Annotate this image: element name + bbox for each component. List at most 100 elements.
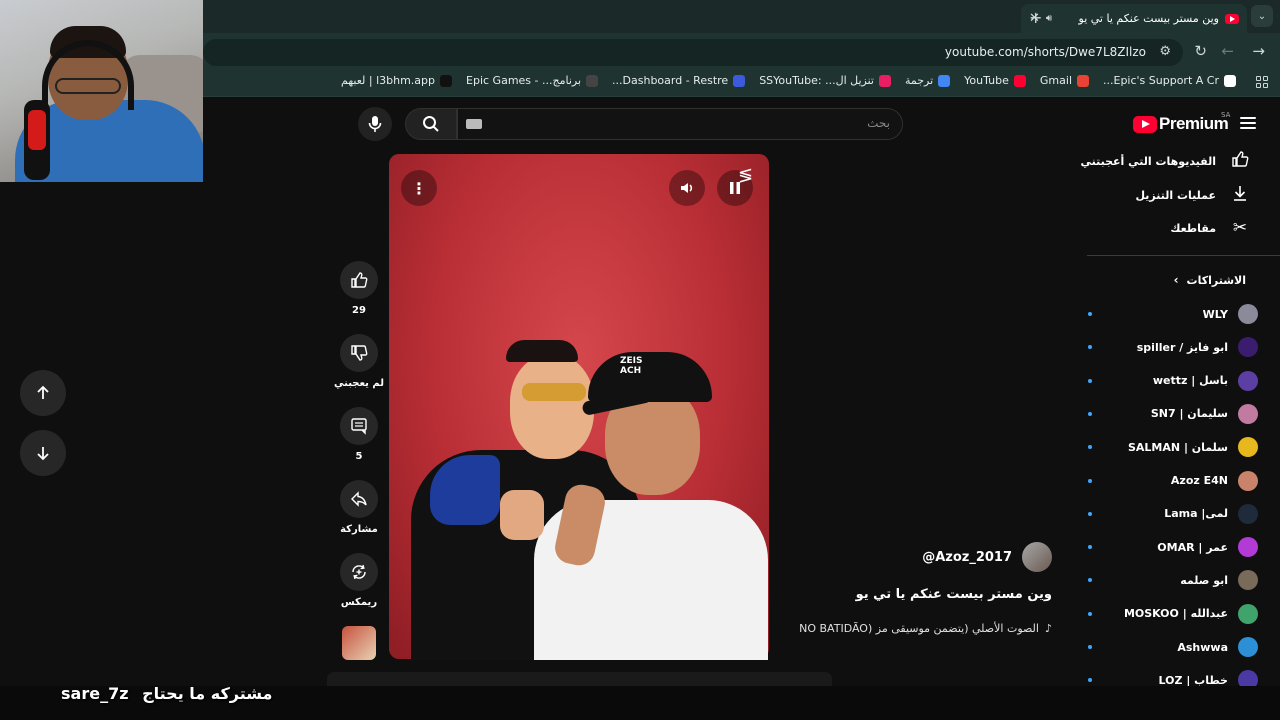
subscriptions-header[interactable]: الاشتراكات › bbox=[1174, 273, 1246, 287]
subscription-item[interactable]: Azoz E4N bbox=[1088, 470, 1258, 491]
menu-icon[interactable] bbox=[1240, 117, 1256, 129]
search-input[interactable] bbox=[457, 108, 903, 140]
music-note-icon: ♪ bbox=[1044, 622, 1052, 635]
bookmark-label: Gmail bbox=[1039, 74, 1072, 87]
more-options-button[interactable]: ⋮ bbox=[401, 170, 437, 206]
avatar bbox=[1238, 370, 1258, 391]
remix-label: ريمكس bbox=[340, 597, 378, 608]
subscription-name: ابو صلمه bbox=[1180, 573, 1228, 587]
sidebar-item-downloads[interactable]: عمليات التنزيل bbox=[1135, 184, 1250, 207]
subscription-item[interactable]: سلمان | SALMAN bbox=[1088, 437, 1258, 458]
back-arrow-icon[interactable]: ← bbox=[1221, 42, 1234, 60]
bookmark-item[interactable]: تنزيل ال... :SSYouTube bbox=[759, 74, 891, 87]
subscription-item[interactable]: عمر | OMAR bbox=[1088, 537, 1258, 558]
stream-chat-message: sare_7z مشتركه ما يحتاج bbox=[61, 684, 272, 703]
audio-playing-icon[interactable]: 🔊︎ bbox=[1046, 13, 1052, 24]
bookmark-label: برنامج... - Epic Games bbox=[466, 74, 582, 87]
subscription-item[interactable]: ابو صلمه bbox=[1088, 570, 1258, 591]
avatar bbox=[1238, 537, 1258, 558]
channel-name[interactable]: @Azoz_2017 bbox=[922, 550, 1012, 565]
sidebar-item-label: مقاطعك bbox=[1170, 221, 1216, 235]
sidebar-item-clips[interactable]: ✂ مقاطعك bbox=[1170, 218, 1250, 238]
video-frame-detail bbox=[510, 355, 594, 459]
site-settings-icon[interactable]: ⚙︎ bbox=[1159, 44, 1171, 59]
sound-text: الصوت الأصلي (يتضمن موسيقى مز (NO BATIDÃ… bbox=[799, 622, 1039, 635]
comments-button[interactable]: 5 bbox=[339, 407, 379, 462]
subscription-item[interactable]: Ashwwa bbox=[1088, 637, 1258, 657]
new-content-dot bbox=[1088, 611, 1092, 616]
active-tab[interactable]: وين مستر بيست عنكم يا تي يو 🔊︎ ✕ bbox=[1021, 4, 1247, 33]
dislike-button[interactable]: لم يعجبني bbox=[334, 334, 384, 389]
like-button[interactable]: 29 bbox=[339, 261, 379, 316]
bookmark-item[interactable]: Dashboard - Restre... bbox=[612, 74, 746, 87]
bookmark-item[interactable]: Epic's Support A Cr... bbox=[1103, 74, 1236, 87]
channel-info[interactable]: @Azoz_2017 bbox=[922, 542, 1052, 572]
new-content-dot bbox=[1088, 312, 1092, 316]
reload-icon[interactable]: ↻ bbox=[1194, 42, 1207, 60]
search-button[interactable] bbox=[405, 108, 457, 140]
youtube-premium-logo[interactable]: Premium bbox=[1133, 114, 1229, 134]
url-text[interactable]: youtube.com/shorts/Dwe7L8ZIlzo bbox=[945, 45, 1146, 59]
share-icon bbox=[340, 480, 378, 518]
subscription-item[interactable]: لمى| Lama bbox=[1088, 503, 1258, 524]
sound-info[interactable]: ♪ الصوت الأصلي (يتضمن موسيقى مز (NO BATI… bbox=[799, 622, 1052, 635]
subscription-name: خطاب | LOZ bbox=[1158, 673, 1228, 687]
avatar bbox=[1238, 304, 1258, 324]
avatar bbox=[1238, 503, 1258, 524]
bookmark-item[interactable]: Gmail bbox=[1040, 74, 1089, 87]
webcam-overlay bbox=[0, 0, 203, 182]
share-button[interactable]: مشاركة bbox=[339, 480, 379, 535]
bookmark-favicon-icon bbox=[586, 74, 599, 87]
bottom-panel-edge bbox=[327, 672, 832, 686]
subscription-name: Azoz E4N bbox=[1170, 474, 1228, 487]
bookmark-favicon-icon bbox=[938, 74, 951, 87]
avatar bbox=[1238, 437, 1258, 458]
bookmark-item[interactable]: برنامج... - Epic Games bbox=[466, 74, 599, 87]
avatar[interactable] bbox=[1022, 542, 1052, 572]
voice-search-button[interactable] bbox=[358, 107, 392, 141]
new-content-dot bbox=[1088, 545, 1092, 550]
cap-text: ZEIS ACH bbox=[620, 356, 643, 376]
next-video-button[interactable] bbox=[20, 430, 66, 476]
bookmark-favicon-icon bbox=[440, 74, 453, 87]
previous-video-button[interactable] bbox=[20, 370, 66, 416]
sidebar-item-liked-videos[interactable]: الفيديوهات التي أعجبتني bbox=[1081, 150, 1251, 173]
subscription-name: عبدالله | MOSKOO bbox=[1123, 607, 1228, 621]
subscription-item[interactable]: WLY bbox=[1088, 304, 1258, 324]
subscription-item[interactable]: باسل | wettz bbox=[1088, 370, 1258, 391]
new-content-dot bbox=[1088, 345, 1092, 350]
video-title[interactable]: وين مستر بيست عنكم يا تي يو bbox=[856, 587, 1052, 602]
share-label: مشاركة bbox=[340, 524, 378, 535]
remix-button[interactable]: ريمكس bbox=[339, 553, 379, 608]
avatar bbox=[1238, 637, 1258, 657]
tab-title: وين مستر بيست عنكم يا تي يو bbox=[1078, 12, 1219, 25]
sound-thumbnail[interactable] bbox=[342, 626, 376, 660]
avatar bbox=[1238, 470, 1258, 491]
bookmark-favicon-icon bbox=[1013, 74, 1026, 87]
apps-grid-icon[interactable] bbox=[1256, 76, 1268, 88]
bookmarks-list: Epic's Support A Cr... Gmail YouTube ترجمة ت… bbox=[341, 74, 1236, 87]
scissors-icon: ✂ bbox=[1232, 218, 1248, 238]
new-tab-button[interactable]: + bbox=[1029, 8, 1042, 27]
bookmark-label: Dashboard - Restre... bbox=[612, 74, 729, 87]
keyboard-icon[interactable] bbox=[466, 119, 482, 129]
sidebar-item-label: عمليات التنزيل bbox=[1135, 189, 1216, 202]
bookmark-item[interactable]: ترجمة bbox=[905, 74, 951, 87]
forward-arrow-icon[interactable]: → bbox=[1252, 42, 1265, 60]
subscription-item[interactable]: عبدالله | MOSKOO bbox=[1088, 603, 1258, 624]
bookmark-label: l3bhm.app | لعبهم bbox=[341, 74, 436, 87]
subscription-name: Ashwwa bbox=[1177, 640, 1228, 654]
bookmark-item[interactable]: YouTube bbox=[964, 74, 1026, 87]
comment-icon bbox=[340, 407, 378, 445]
bookmark-label: تنزيل ال... :SSYouTube bbox=[759, 74, 874, 87]
bookmark-item[interactable]: l3bhm.app | لعبهم bbox=[341, 74, 453, 87]
new-content-dot bbox=[1088, 511, 1092, 516]
sidebar-divider bbox=[1087, 255, 1280, 256]
volume-icon bbox=[681, 183, 693, 193]
subscription-item[interactable]: ابو فايز / spiller bbox=[1088, 337, 1258, 358]
subscription-item[interactable]: سليمان | SN7 bbox=[1088, 403, 1258, 424]
country-code: SA bbox=[1221, 111, 1231, 119]
tab-list-button[interactable]: ⌄ bbox=[1251, 5, 1273, 27]
video-frame-detail bbox=[522, 383, 586, 401]
volume-button[interactable] bbox=[669, 170, 705, 206]
